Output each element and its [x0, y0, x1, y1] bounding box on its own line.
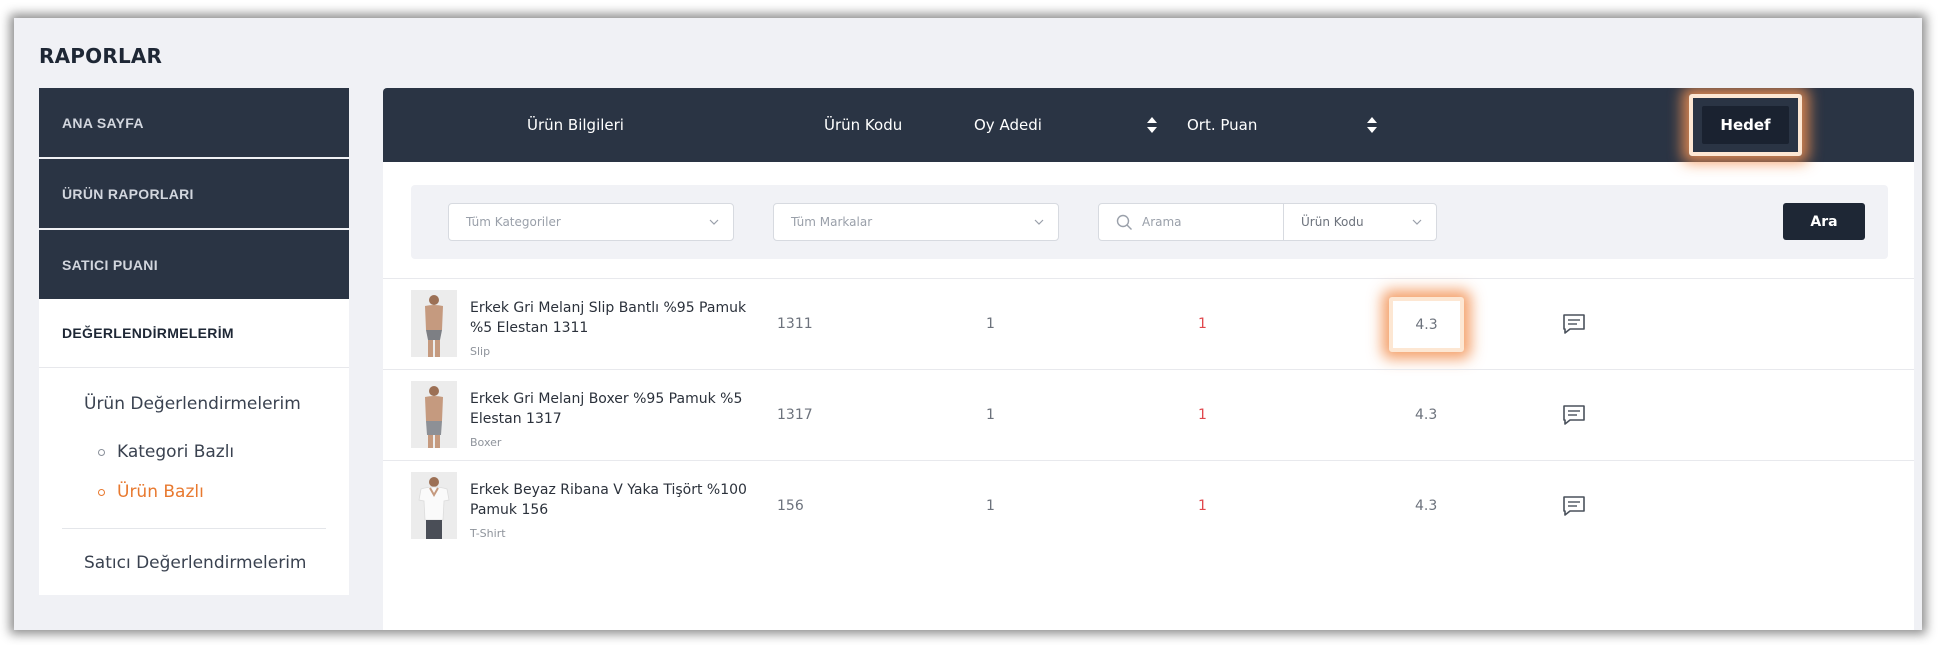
sidebar: ANA SAYFA ÜRÜN RAPORLARI SATICI PUANI DE… — [39, 88, 349, 595]
sidebar-active-section: DEĞERLENDİRMELERİM Ürün Değerlendirmeler… — [39, 299, 349, 595]
product-name: Erkek Beyaz Ribana V Yaka Tişört %100 Pa… — [470, 482, 747, 518]
search-placeholder: Arama — [1142, 215, 1182, 229]
table-row[interactable]: Erkek Beyaz Ribana V Yaka Tişört %100 Pa… — [383, 460, 1914, 551]
brand-select[interactable]: Tüm Markalar — [773, 203, 1059, 241]
sidebar-sub-heading-satici[interactable]: Satıcı Değerlendirmelerim — [39, 529, 349, 595]
bullet-icon — [98, 488, 105, 496]
chevron-down-icon — [1412, 219, 1422, 225]
product-name: Erkek Gri Melanj Boxer %95 Pamuk %5 Eles… — [470, 391, 743, 427]
product-image — [411, 381, 457, 448]
vote-count: 1 — [986, 316, 995, 332]
sidebar-item-satici-puani[interactable]: SATICI PUANI — [39, 230, 349, 299]
search-button[interactable]: Ara — [1783, 203, 1865, 240]
column-header-avg-score: Ort. Puan — [1187, 116, 1258, 134]
sidebar-item-degerlendirmelerim[interactable]: DEĞERLENDİRMELERİM — [39, 299, 349, 368]
product-code: 1317 — [777, 407, 813, 423]
avg-score: 1 — [1198, 316, 1207, 332]
sidebar-sub-item-urun-bazli[interactable]: Ürün Bazlı — [84, 472, 349, 512]
target-highlight: Hedef — [1689, 94, 1802, 156]
target-button[interactable]: Hedef — [1702, 106, 1789, 144]
sidebar-item-urun-raporlari[interactable]: ÜRÜN RAPORLARI — [39, 159, 349, 228]
table-header: Ürün Bilgileri Ürün Kodu Oy Adedi Ort. P… — [383, 88, 1914, 162]
product-category: Boxer — [470, 436, 502, 449]
product-category: T-Shirt — [470, 527, 506, 540]
sidebar-item-label: SATICI PUANI — [62, 256, 158, 273]
search-input[interactable]: Arama — [1098, 203, 1284, 241]
product-code: 1311 — [777, 316, 813, 332]
sidebar-item-ana-sayfa[interactable]: ANA SAYFA — [39, 88, 349, 157]
vote-count: 1 — [986, 498, 995, 514]
sidebar-item-label: ÜRÜN RAPORLARI — [62, 185, 194, 202]
category-select-value: Tüm Kategoriler — [466, 215, 561, 229]
target-score: 4.3 — [1415, 316, 1438, 333]
target-score-highlight: 4.3 — [1389, 297, 1464, 352]
vote-count: 1 — [986, 407, 995, 423]
avg-score: 1 — [1198, 407, 1207, 423]
avg-score: 1 — [1198, 498, 1207, 514]
main-panel: Ürün Bilgileri Ürün Kodu Oy Adedi Ort. P… — [383, 88, 1914, 630]
product-code: 156 — [777, 498, 804, 514]
category-select[interactable]: Tüm Kategoriler — [448, 203, 734, 241]
app-frame: RAPORLAR ANA SAYFA ÜRÜN RAPORLARI SATICI… — [14, 18, 1922, 630]
comment-icon[interactable] — [1561, 494, 1587, 518]
target-score: 4.3 — [1415, 407, 1438, 423]
chevron-down-icon — [1034, 219, 1044, 225]
sidebar-item-label: DEĞERLENDİRMELERİM — [62, 325, 234, 341]
bullet-icon — [98, 448, 105, 456]
sort-icon[interactable] — [1146, 115, 1158, 135]
search-icon — [1116, 214, 1132, 230]
product-category: Slip — [470, 345, 491, 358]
sidebar-sub-list: Kategori Bazlı Ürün Bazlı — [39, 414, 349, 512]
sort-icon[interactable] — [1366, 115, 1378, 135]
sidebar-sub-item-label: Kategori Bazlı — [117, 442, 235, 462]
comment-icon[interactable] — [1561, 403, 1587, 427]
column-header-vote-count: Oy Adedi — [974, 116, 1042, 134]
brand-select-value: Tüm Markalar — [791, 215, 873, 229]
sidebar-sub-item-kategori-bazli[interactable]: Kategori Bazlı — [84, 432, 349, 472]
product-image — [411, 290, 457, 357]
table-row[interactable]: Erkek Gri Melanj Boxer %95 Pamuk %5 Eles… — [383, 369, 1914, 460]
sidebar-item-label: ANA SAYFA — [62, 114, 144, 131]
table-row[interactable]: Erkek Gri Melanj Slip Bantlı %95 Pamuk %… — [383, 278, 1914, 369]
product-image — [411, 472, 457, 539]
comment-icon[interactable] — [1561, 312, 1587, 336]
search-type-select[interactable]: Ürün Kodu — [1283, 203, 1437, 241]
filter-bar: Tüm Kategoriler Tüm Markalar Arama Ürün … — [411, 185, 1888, 259]
sidebar-sub-heading-urun[interactable]: Ürün Değerlendirmelerim — [39, 368, 349, 414]
target-score: 4.3 — [1415, 498, 1438, 514]
column-header-product-info: Ürün Bilgileri — [527, 116, 624, 134]
product-name: Erkek Gri Melanj Slip Bantlı %95 Pamuk %… — [470, 300, 747, 336]
search-type-value: Ürün Kodu — [1301, 215, 1364, 229]
column-header-product-code: Ürün Kodu — [824, 116, 903, 134]
page-title: RAPORLAR — [39, 44, 163, 68]
sidebar-sub-item-label: Ürün Bazlı — [117, 482, 204, 502]
chevron-down-icon — [709, 219, 719, 225]
